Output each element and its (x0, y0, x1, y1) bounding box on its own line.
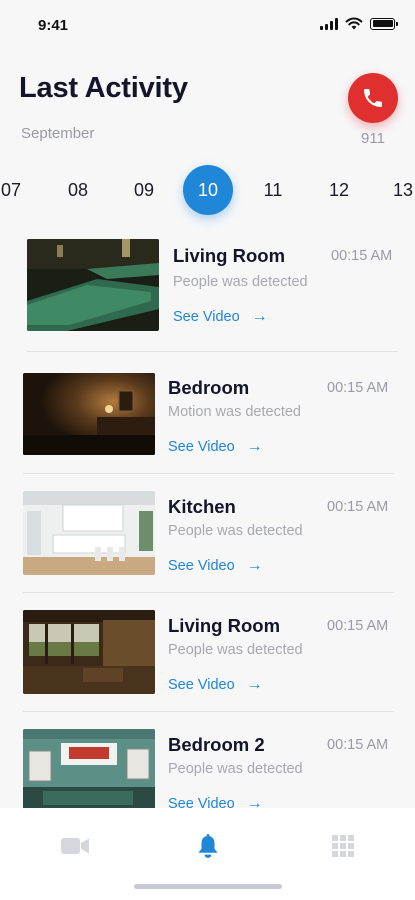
event-description: People was detected (168, 642, 303, 658)
camera-thumbnail[interactable] (23, 729, 155, 808)
room-name: Kitchen (168, 496, 236, 517)
event-time: 00:15 AM (327, 380, 389, 396)
status-icons (320, 17, 398, 30)
wifi-icon (345, 17, 363, 30)
phone-icon (364, 89, 382, 107)
event-time: 00:15 AM (327, 618, 389, 634)
room-name: Bedroom (168, 377, 250, 398)
camera-thumbnail[interactable] (27, 239, 159, 331)
see-video-link[interactable]: See Video → (168, 676, 263, 694)
arrow-right-icon: → (246, 557, 263, 574)
row-divider (23, 711, 394, 712)
see-video-label: See Video (168, 558, 235, 574)
row-divider (23, 592, 394, 593)
row-divider (23, 473, 394, 474)
status-bar: 9:41 (0, 0, 415, 50)
activity-row: Kitchen 00:15 AM People was detected See… (0, 483, 415, 593)
arrow-right-icon: → (246, 676, 263, 693)
screen: 9:41 Last Activity September 911 07 08 0… (0, 0, 415, 900)
event-time: 00:15 AM (327, 499, 389, 515)
video-camera-icon (61, 838, 89, 854)
date-item-selected[interactable]: 10 (183, 165, 233, 215)
activity-list: Living Room 00:15 AM People was detected… (0, 230, 415, 808)
month-label: September (21, 125, 95, 142)
home-indicator (134, 884, 282, 889)
row-divider (27, 351, 398, 352)
see-video-link[interactable]: See Video → (168, 557, 263, 575)
activity-row: Bedroom 00:15 AM Motion was detected See… (0, 364, 415, 474)
see-video-label: See Video (168, 796, 235, 808)
room-name: Living Room (168, 615, 281, 636)
event-description: People was detected (173, 274, 308, 290)
date-item[interactable]: 12 (314, 165, 364, 215)
battery-icon (370, 17, 398, 30)
event-description: People was detected (168, 523, 303, 539)
activity-row: Living Room 00:15 AM People was detected… (0, 602, 415, 712)
see-video-link[interactable]: See Video → (168, 438, 263, 456)
tab-activity[interactable] (188, 828, 228, 864)
bell-icon (198, 833, 218, 858)
date-item[interactable]: 09 (119, 165, 169, 215)
activity-row: Bedroom 2 00:15 AM People was detected S… (0, 721, 415, 808)
tab-menu[interactable] (323, 828, 363, 864)
camera-thumbnail[interactable] (23, 373, 155, 455)
event-description: Motion was detected (168, 404, 301, 420)
event-description: People was detected (168, 761, 303, 777)
date-item[interactable]: 13 (378, 165, 415, 215)
see-video-label: See Video (168, 677, 235, 693)
status-time: 9:41 (38, 17, 69, 34)
date-item[interactable]: 07 (0, 165, 36, 215)
see-video-label: See Video (168, 439, 235, 455)
room-name: Bedroom 2 (168, 734, 265, 755)
grid-icon (332, 835, 354, 857)
event-time: 00:15 AM (327, 737, 389, 753)
date-item[interactable]: 08 (53, 165, 103, 215)
camera-thumbnail[interactable] (23, 491, 155, 575)
cellular-signal-icon (320, 17, 338, 30)
event-time: 00:15 AM (331, 248, 393, 264)
date-item[interactable]: 11 (248, 165, 298, 215)
emergency-call-button[interactable] (348, 73, 398, 123)
emergency-number-label: 911 (361, 130, 385, 147)
tab-cameras[interactable] (55, 828, 95, 864)
activity-row: Living Room 00:15 AM People was detected… (0, 230, 415, 352)
arrow-right-icon: → (246, 438, 263, 455)
date-strip: 07 08 09 10 11 12 13 (0, 165, 415, 217)
see-video-label: See Video (173, 309, 240, 325)
see-video-link[interactable]: See Video → (173, 308, 268, 326)
see-video-link[interactable]: See Video → (168, 795, 263, 808)
camera-thumbnail[interactable] (23, 610, 155, 694)
arrow-right-icon: → (246, 795, 263, 808)
page-title: Last Activity (19, 72, 188, 104)
arrow-right-icon: → (251, 308, 268, 325)
room-name: Living Room (173, 245, 286, 266)
